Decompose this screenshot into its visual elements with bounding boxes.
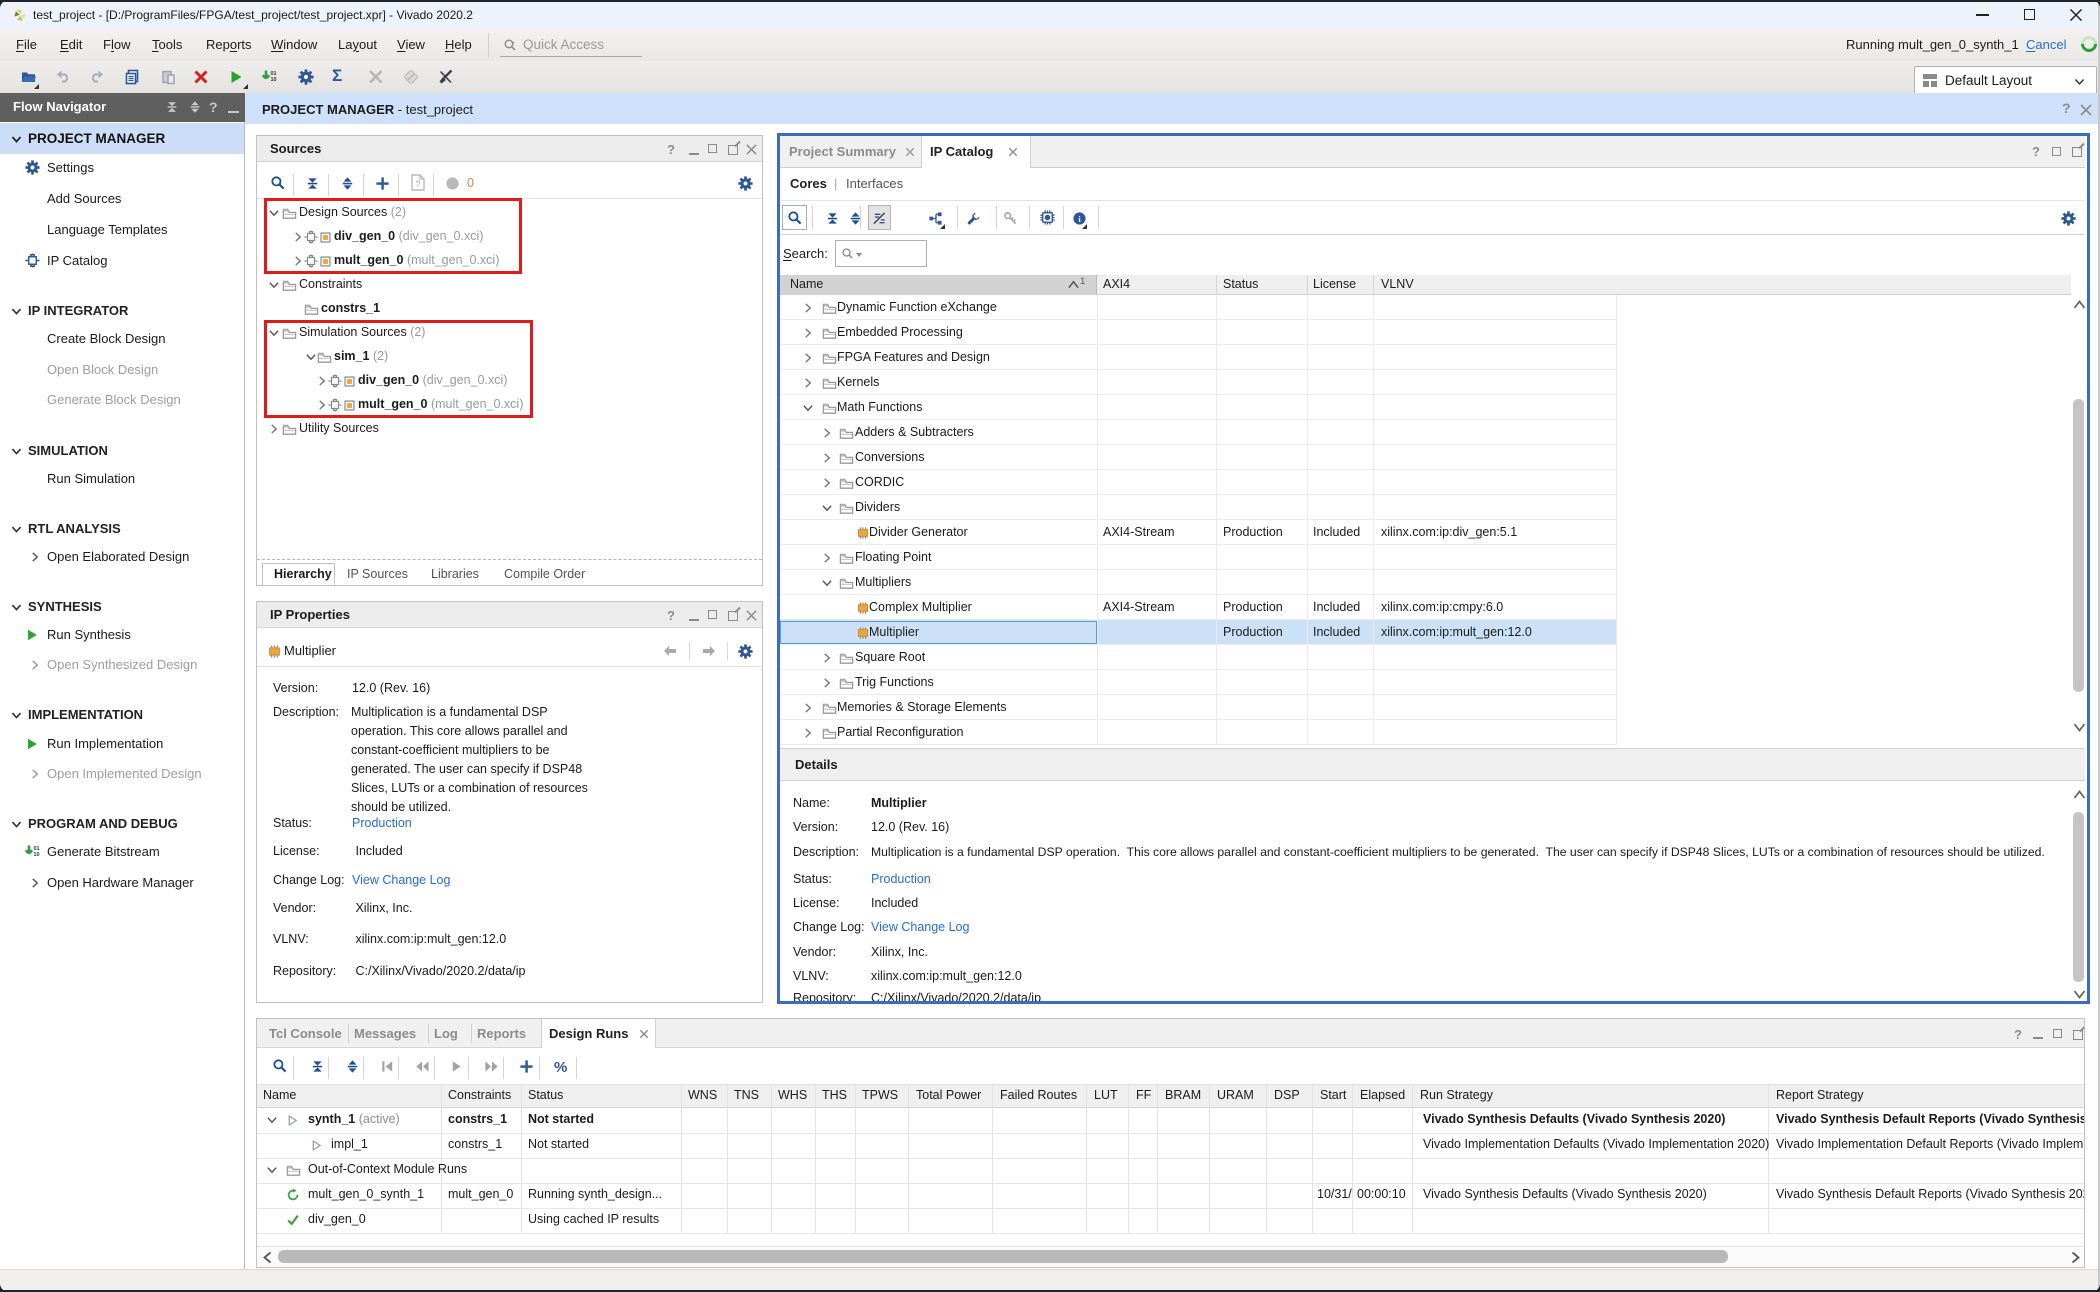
svg-text:?: ? (415, 179, 420, 189)
